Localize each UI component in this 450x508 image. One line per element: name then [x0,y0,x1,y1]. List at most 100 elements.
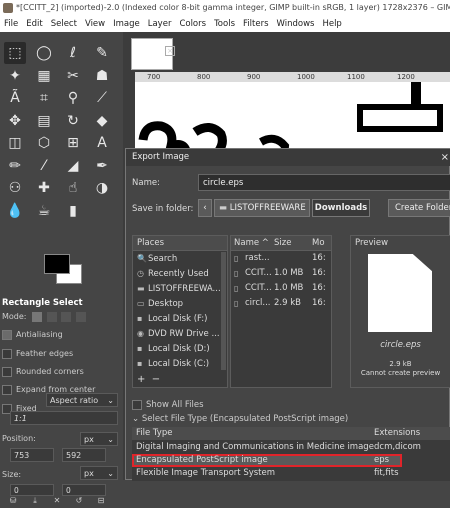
position-x-field[interactable]: 753 [10,448,54,462]
file-type-header[interactable]: File Type [136,427,172,440]
file-type-row[interactable]: Encapsulated PostScript image eps [132,454,402,467]
antialiasing-checkbox[interactable] [2,329,12,340]
place-item[interactable]: 🔍Search [133,251,227,266]
gradient-icon[interactable]: ▮ [62,200,84,222]
file-type-row[interactable]: Digital Imaging and Communications in Me… [132,441,450,454]
rounded-option[interactable]: Rounded corners [2,365,84,379]
menu-help[interactable]: Help [318,19,345,29]
column-modified-header[interactable]: Mo [312,236,328,250]
rotate-icon[interactable]: ↻ [62,110,84,132]
menu-image[interactable]: Image [109,19,144,29]
disk-icon: ▪ [137,359,143,368]
feather-option[interactable]: Feather edges [2,347,73,361]
ellipse-select-icon[interactable]: ◯ [33,42,55,64]
select-by-color-icon[interactable]: ▦ [33,65,55,87]
flip-icon[interactable]: ◫ [4,132,26,154]
foreground-color-swatch[interactable] [44,254,70,274]
menu-filters[interactable]: Filters [239,19,272,29]
move-icon[interactable]: ✥ [4,110,26,132]
measure-icon[interactable]: ⟋ [91,87,113,109]
brush-icon[interactable]: ⁄ [33,155,55,177]
place-item[interactable]: ◷ Recently Used [133,266,227,281]
file-row[interactable]: ▯ CCIT... 1.0 MB 16: [231,281,331,296]
menu-layer[interactable]: Layer [144,19,176,29]
file-row[interactable]: ▯ circl... 2.9 kB 16: [231,296,331,311]
position-unit-dropdown[interactable]: px ⌄ [80,432,118,446]
menu-view[interactable]: View [81,19,109,29]
ratio-field[interactable]: 1:1 [10,411,118,425]
mode-add-button[interactable] [46,311,57,322]
menu-tools[interactable]: Tools [210,19,239,29]
bucket-icon[interactable]: ☕ [33,200,55,222]
create-folder-button[interactable]: Create Folder [388,199,450,217]
heal-icon[interactable]: ✚ [33,177,55,199]
crumb-listoffreeware[interactable]: ▬ LISTOFFREEWARE [214,199,310,217]
file-name: CCIT... [245,283,272,293]
crop-icon[interactable]: ⌗ [33,87,55,109]
remove-bookmark-button[interactable]: − [152,374,160,385]
menu-colors[interactable]: Colors [175,19,210,29]
show-all-files-option[interactable]: Show All Files [132,398,204,412]
close-icon[interactable]: × [165,46,175,56]
column-size-header[interactable]: Size [274,236,312,250]
foreground-select-icon[interactable]: ☗ [91,65,113,87]
eraser-icon[interactable]: ◢ [62,155,84,177]
smudge-icon[interactable]: ☝ [62,177,84,199]
place-item[interactable]: ◉ DVD RW Drive ... [133,326,227,341]
blur-icon[interactable]: 💧 [4,200,26,222]
select-file-type-expander[interactable]: ⌄ Select File Type (Encapsulated PostScr… [132,412,348,426]
place-item[interactable]: ▬ LISTOFFREEWA... [133,281,227,296]
clone-icon[interactable]: ⚇ [4,177,26,199]
place-item[interactable]: ▪ Local Disk (F:) [133,311,227,326]
restore-options-icon[interactable]: ⤓ [24,494,46,508]
reset-options-icon[interactable]: ↺ [68,494,90,508]
delete-options-icon[interactable]: ✕ [46,494,68,508]
warp-icon[interactable]: ⊞ [62,132,84,154]
menu-windows[interactable]: Windows [273,19,319,29]
expand-checkbox[interactable] [2,384,12,395]
places-scrollbar[interactable] [221,252,226,370]
mode-intersect-button[interactable] [75,311,86,322]
place-item[interactable]: ▪ Local Disk (C:) [133,356,227,371]
paths-icon[interactable]: Ã [4,87,26,109]
perspective-icon[interactable]: ◆ [91,110,113,132]
path-back-button[interactable]: ‹ [198,199,212,217]
place-item[interactable]: ▭ Desktop [133,296,227,311]
aspect-dropdown[interactable]: Aspect ratio ⌄ [46,393,118,407]
align-icon[interactable]: ▤ [33,110,55,132]
file-type-row[interactable]: Flexible Image Transport System fit,fits [132,467,450,480]
free-select-icon[interactable]: ℓ [62,42,84,64]
dodge-icon[interactable]: ◑ [91,177,113,199]
column-name-header[interactable]: Name ^ [231,236,274,250]
close-icon[interactable]: × [441,149,449,166]
scissors-icon[interactable]: ✂ [62,65,84,87]
file-row[interactable]: ▯ rast... 16: [231,251,331,266]
fuzzy-select-icon[interactable]: ✦ [4,65,26,87]
save-options-icon[interactable]: ⛁ [2,494,24,508]
configure-icon[interactable]: ⊟ [90,494,112,508]
place-item[interactable]: ▪ Local Disk (D:) [133,341,227,356]
feather-checkbox[interactable] [2,348,12,359]
color-picker-icon[interactable]: ✎ [91,42,113,64]
zoom-icon[interactable]: ⚲ [62,87,84,109]
extensions-header[interactable]: Extensions [374,427,420,440]
size-unit-dropdown[interactable]: px ⌄ [80,466,118,480]
rounded-checkbox[interactable] [2,366,12,377]
rect-select-icon[interactable]: ⬚ [4,42,26,64]
position-y-field[interactable]: 592 [62,448,106,462]
menu-edit[interactable]: Edit [22,19,46,29]
antialiasing-option[interactable]: Antialiasing [2,328,63,342]
file-row[interactable]: ▯ CCIT... 1.0 MB 16: [231,266,331,281]
add-bookmark-button[interactable]: + [137,374,145,385]
mode-replace-button[interactable] [32,311,43,322]
filename-field[interactable]: circle.eps [198,174,450,191]
airbrush-icon[interactable]: ✒ [91,155,113,177]
paint-icon[interactable]: ✏ [4,155,26,177]
cage-icon[interactable]: ⬡ [33,132,55,154]
text-icon[interactable]: A [91,132,113,154]
mode-subtract-button[interactable] [61,311,72,322]
crumb-downloads[interactable]: Downloads [312,199,370,217]
show-all-checkbox[interactable] [132,399,142,410]
menu-file[interactable]: File [0,19,22,29]
menu-select[interactable]: Select [47,19,81,29]
